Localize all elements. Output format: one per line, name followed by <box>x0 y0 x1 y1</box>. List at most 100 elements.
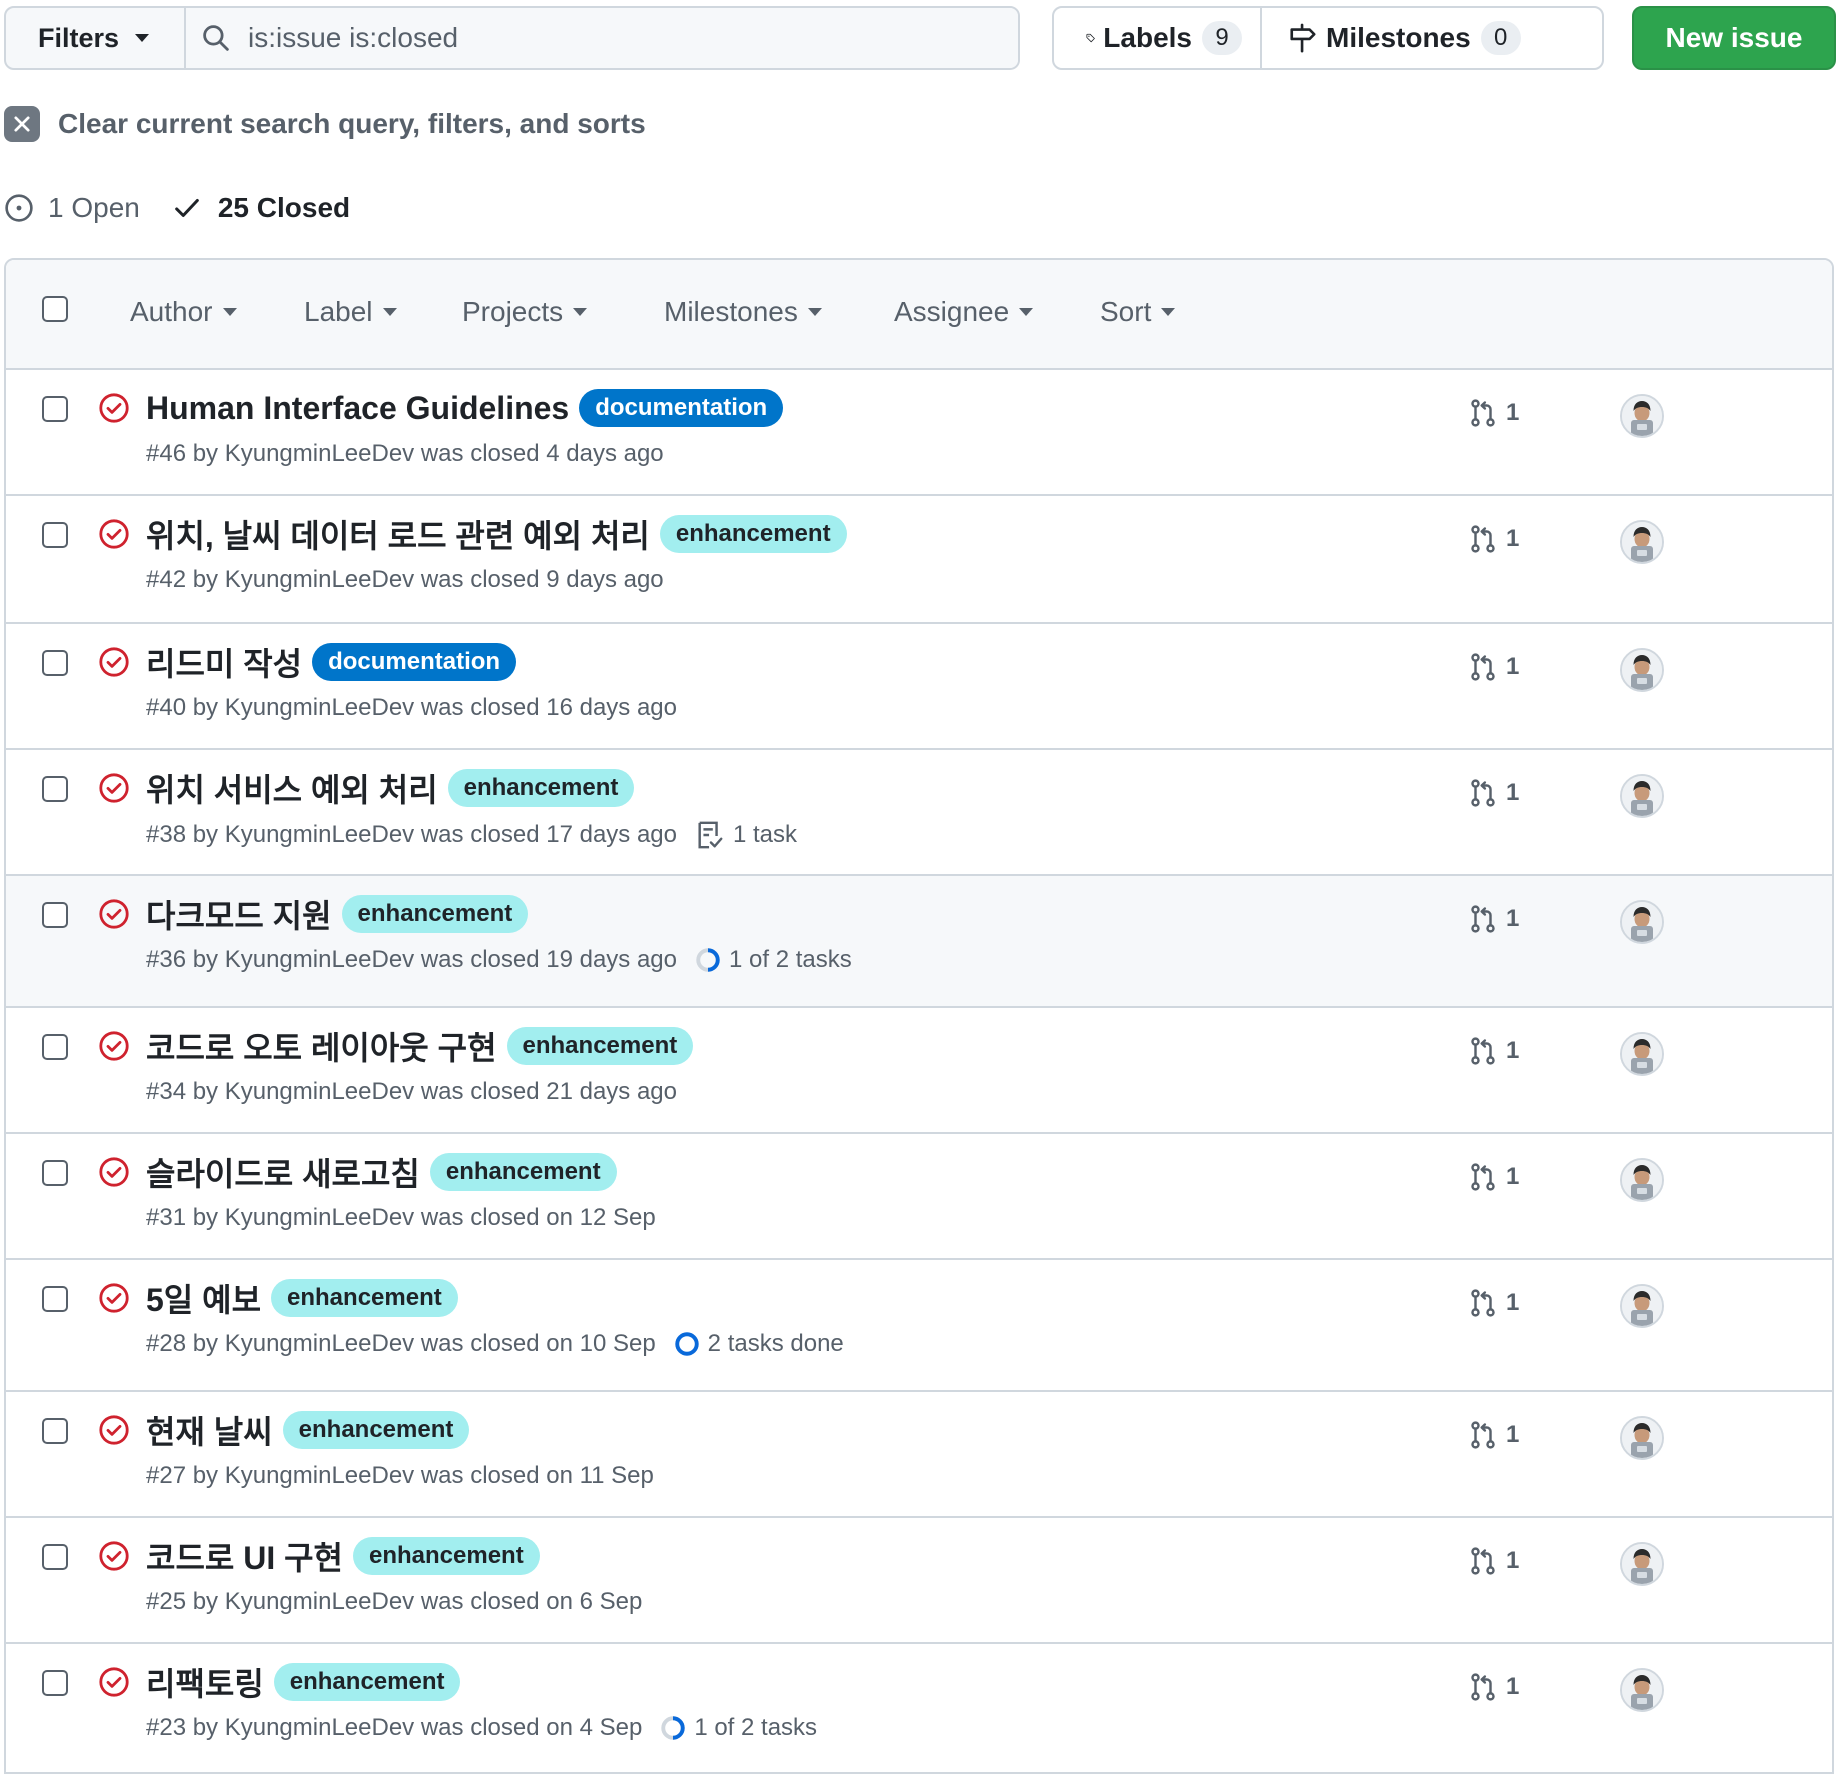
issue-label[interactable]: enhancement <box>282 1411 470 1449</box>
avatar[interactable] <box>1620 1032 1664 1076</box>
milestones-filter[interactable]: Milestones <box>664 296 822 328</box>
issue-label[interactable]: documentation <box>312 643 517 681</box>
avatar[interactable] <box>1620 900 1664 944</box>
issue-row[interactable]: 5일 예보 enhancement #28 by KyungminLeeDev wa… <box>6 1260 1832 1392</box>
linked-pull-request[interactable]: 1 <box>1468 1036 1519 1066</box>
select-all-checkbox[interactable] <box>42 296 68 322</box>
issue-row[interactable]: 리팩토링 enhancement #23 by KyungminLeeDev was… <box>6 1644 1832 1774</box>
search-input[interactable]: is:issue is:closed <box>188 8 1018 68</box>
linked-pull-request[interactable]: 1 <box>1468 1162 1519 1192</box>
open-issues-label: 1 Open <box>48 192 140 223</box>
chevron-down-icon <box>1161 308 1176 316</box>
issue-label[interactable]: enhancement <box>352 1537 540 1575</box>
issue-title-line: 슬라이드로 새로고침 enhancement <box>146 1148 617 1196</box>
pull-request-icon <box>1468 904 1506 934</box>
issue-checkbox[interactable] <box>42 1544 68 1570</box>
issue-meta: #46 by KyungminLeeDev was closed 4 days … <box>146 440 664 468</box>
issue-title-link[interactable]: Human Interface Guidelines <box>146 390 569 427</box>
avatar[interactable] <box>1620 1542 1664 1586</box>
issue-title-link[interactable]: 코드로 UI 구현 <box>146 1533 343 1579</box>
avatar[interactable] <box>1620 520 1664 564</box>
issue-checkbox[interactable] <box>42 650 68 676</box>
linked-pull-request[interactable]: 1 <box>1468 1672 1519 1702</box>
issue-row[interactable]: Human Interface Guidelines documentation #… <box>6 370 1832 496</box>
chevron-down-icon <box>222 308 237 316</box>
issue-checkbox[interactable] <box>42 1034 68 1060</box>
issue-checkbox[interactable] <box>42 1418 68 1444</box>
issue-label[interactable]: enhancement <box>447 769 635 807</box>
issue-label[interactable]: enhancement <box>341 895 529 933</box>
issue-closed-icon <box>98 1282 130 1319</box>
issue-row[interactable]: 현재 날씨 enhancement #27 by KyungminLeeDev wa… <box>6 1392 1832 1518</box>
issue-title-link[interactable]: 리팩토링 <box>146 1659 264 1705</box>
issue-title-line: 다크모드 지원 enhancement <box>146 890 529 938</box>
issue-row[interactable]: 코드로 오토 레이아웃 구현 enhancement #34 by Kyungmin… <box>6 1008 1832 1134</box>
linked-pull-request[interactable]: 1 <box>1468 1288 1519 1318</box>
linked-pull-request[interactable]: 1 <box>1468 1546 1519 1576</box>
linked-pr-count: 1 <box>1506 1163 1520 1190</box>
new-issue-button[interactable]: New issue <box>1632 6 1836 70</box>
issue-title-link[interactable]: 코드로 오토 레이아웃 구현 <box>146 1023 497 1069</box>
avatar[interactable] <box>1620 1668 1664 1712</box>
issue-row[interactable]: 위치 서비스 예외 처리 enhancement #38 by KyungminLe… <box>6 750 1832 876</box>
issue-title-link[interactable]: 슬라이드로 새로고침 <box>146 1149 420 1195</box>
issue-label[interactable]: enhancement <box>506 1027 694 1065</box>
issue-title-link[interactable]: 위치, 날씨 데이터 로드 관련 예외 처리 <box>146 511 650 557</box>
tag-icon <box>1086 33 1095 43</box>
avatar[interactable] <box>1620 1416 1664 1460</box>
chevron-down-icon <box>135 34 150 42</box>
issue-meta: #38 by KyungminLeeDev was closed 17 days… <box>146 820 797 850</box>
linked-pull-request[interactable]: 1 <box>1468 398 1519 428</box>
avatar[interactable] <box>1620 1158 1664 1202</box>
issue-title-link[interactable]: 위치 서비스 예외 처리 <box>146 765 438 811</box>
filters-button[interactable]: Filters <box>6 8 186 68</box>
open-issues-link[interactable]: 1 Open <box>4 192 140 224</box>
closed-issues-link[interactable]: 25 Closed <box>172 192 350 224</box>
issue-checkbox[interactable] <box>42 1670 68 1696</box>
linked-pull-request[interactable]: 1 <box>1468 524 1519 554</box>
issue-checkbox[interactable] <box>42 1286 68 1312</box>
avatar[interactable] <box>1620 1284 1664 1328</box>
issue-meta: #25 by KyungminLeeDev was closed on 6 Se… <box>146 1588 642 1616</box>
linked-pull-request[interactable]: 1 <box>1468 778 1519 808</box>
issue-meta: #40 by KyungminLeeDev was closed 16 days… <box>146 694 677 722</box>
assignee-filter[interactable]: Assignee <box>894 296 1034 328</box>
avatar[interactable] <box>1620 648 1664 692</box>
milestones-button[interactable]: Milestones 0 <box>1260 8 1602 68</box>
issue-meta-text: #23 by KyungminLeeDev was closed on 4 Se… <box>146 1714 643 1741</box>
issue-title-link[interactable]: 현재 날씨 <box>146 1407 273 1453</box>
linked-pull-request[interactable]: 1 <box>1468 1420 1519 1450</box>
issue-checkbox[interactable] <box>42 776 68 802</box>
issue-label[interactable]: enhancement <box>659 515 847 553</box>
issue-label[interactable]: enhancement <box>273 1663 461 1701</box>
linked-pull-request[interactable]: 1 <box>1468 652 1519 682</box>
issue-label[interactable]: enhancement <box>271 1279 458 1317</box>
issue-checkbox[interactable] <box>42 1160 68 1186</box>
sort-filter[interactable]: Sort <box>1100 296 1176 328</box>
issue-closed-icon <box>98 646 130 683</box>
label-filter-label: Label <box>304 296 373 327</box>
issue-title-link[interactable]: 다크모드 지원 <box>146 891 332 937</box>
issue-row[interactable]: 다크모드 지원 enhancement #36 by KyungminLeeDev … <box>6 876 1832 1008</box>
labels-button[interactable]: Labels 9 <box>1054 8 1260 68</box>
issue-title-link[interactable]: 5일 예보 <box>146 1275 261 1321</box>
issue-title-line: 위치, 날씨 데이터 로드 관련 예외 처리 enhancement <box>146 510 847 558</box>
issue-label[interactable]: enhancement <box>429 1153 617 1191</box>
avatar[interactable] <box>1620 394 1664 438</box>
clear-search-link[interactable]: Clear current search query, filters, and… <box>4 104 646 144</box>
issue-row[interactable]: 코드로 UI 구현 enhancement #25 by KyungminLeeDe… <box>6 1518 1832 1644</box>
issue-checkbox[interactable] <box>42 902 68 928</box>
issue-row[interactable]: 슬라이드로 새로고침 enhancement #31 by KyungminLeeD… <box>6 1134 1832 1260</box>
issue-checkbox[interactable] <box>42 396 68 422</box>
issue-meta-text: #28 by KyungminLeeDev was closed on 10 S… <box>146 1330 656 1357</box>
projects-filter[interactable]: Projects <box>462 296 588 328</box>
issue-checkbox[interactable] <box>42 522 68 548</box>
label-filter[interactable]: Label <box>304 296 397 328</box>
issue-row[interactable]: 위치, 날씨 데이터 로드 관련 예외 처리 enhancement #42 by … <box>6 496 1832 624</box>
issue-title-link[interactable]: 리드미 작성 <box>146 639 302 685</box>
author-filter[interactable]: Author <box>130 296 237 328</box>
avatar[interactable] <box>1620 774 1664 818</box>
issue-row[interactable]: 리드미 작성 documentation #40 by KyungminLeeDev… <box>6 624 1832 750</box>
issue-label[interactable]: documentation <box>579 389 784 427</box>
linked-pull-request[interactable]: 1 <box>1468 904 1519 934</box>
